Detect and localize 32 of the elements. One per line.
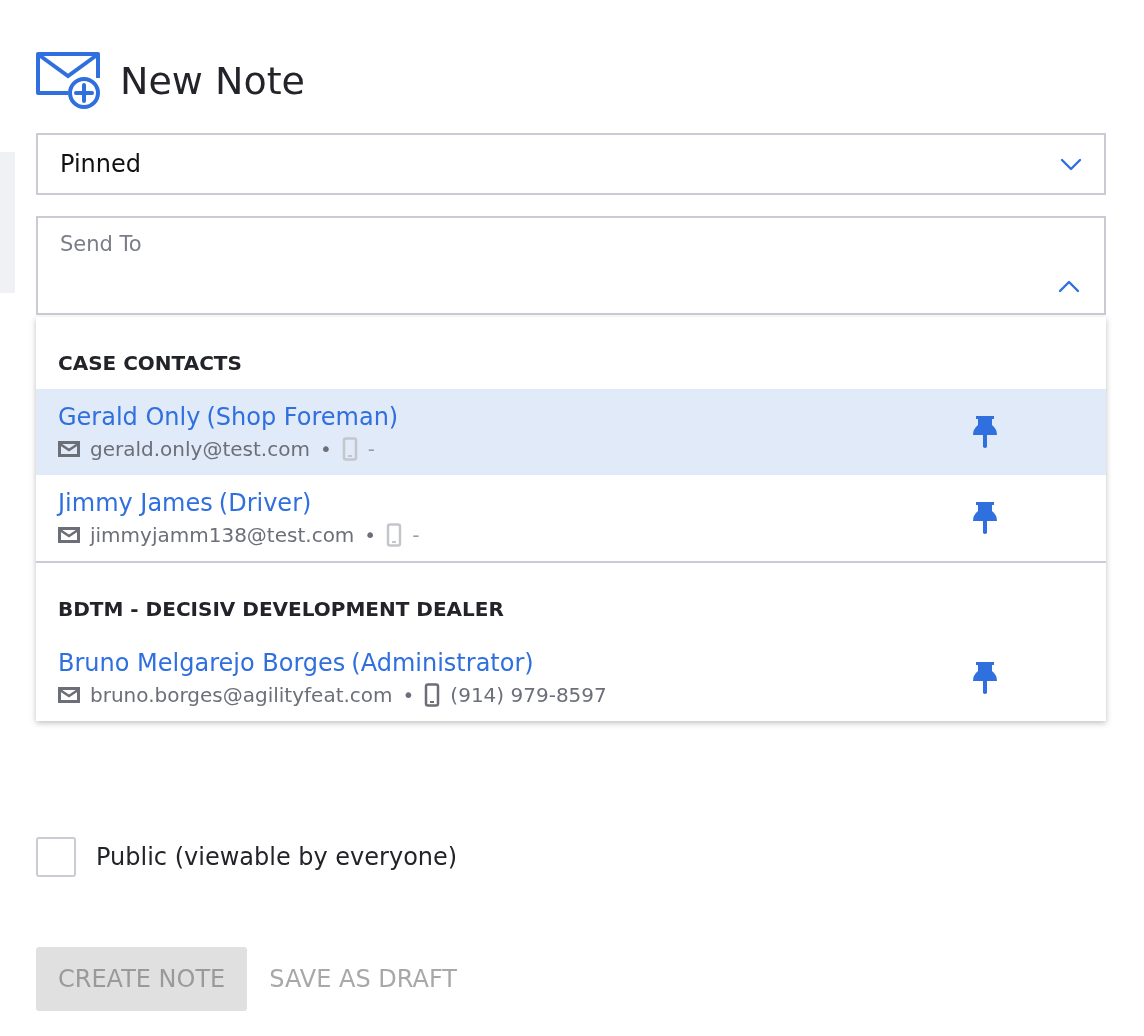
contact-phone: - (412, 523, 420, 547)
contact-role: (Administrator) (351, 649, 534, 677)
group-heading: CASE CONTACTS (57, 350, 243, 377)
contact-name: Gerald Only (58, 403, 201, 431)
separator-dot: • (319, 437, 332, 461)
contact-role: (Shop Foreman) (206, 403, 399, 431)
type-select[interactable]: Pinned (36, 133, 1106, 195)
send-to-field[interactable]: Send To (36, 216, 1106, 315)
envelope-icon (58, 527, 80, 543)
envelope-icon (58, 441, 80, 457)
pin-icon[interactable] (972, 415, 998, 449)
contact-email: gerald.only@test.com (90, 437, 310, 461)
envelope-icon (58, 687, 80, 703)
page-title: New Note (120, 58, 305, 103)
pin-icon[interactable] (972, 661, 998, 695)
contact-name: Jimmy James (58, 489, 213, 517)
envelope-plus-icon (36, 52, 100, 109)
contact-name: Bruno Melgarejo Borges (58, 649, 346, 677)
separator-dot: • (402, 683, 415, 707)
contact-email: bruno.borges@agilityfeat.com (90, 683, 393, 707)
contact-email: jimmyjamm138@test.com (90, 523, 355, 547)
contact-phone: (914) 979-8597 (450, 683, 607, 707)
pin-icon[interactable] (972, 501, 998, 535)
contact-item[interactable]: Bruno Melgarejo Borges (Administrator) bruno.borges@agilityfeat.com • (914) 979-8597 (36, 635, 1106, 721)
group-heading: BDTM - DECISIV DEVELOPMENT DEALER (57, 596, 505, 623)
separator-dot: • (364, 523, 377, 547)
contact-item[interactable]: Gerald Only (Shop Foreman) gerald.only@test.com • - (36, 389, 1106, 475)
contact-role: (Driver) (218, 489, 312, 517)
contact-phone: - (367, 437, 375, 461)
checkbox-label: Public (viewable by everyone) (96, 843, 458, 871)
checkbox[interactable] (36, 837, 76, 877)
contact-item[interactable]: Jimmy James (Driver) jimmyjamm138@test.com • - (36, 475, 1106, 561)
